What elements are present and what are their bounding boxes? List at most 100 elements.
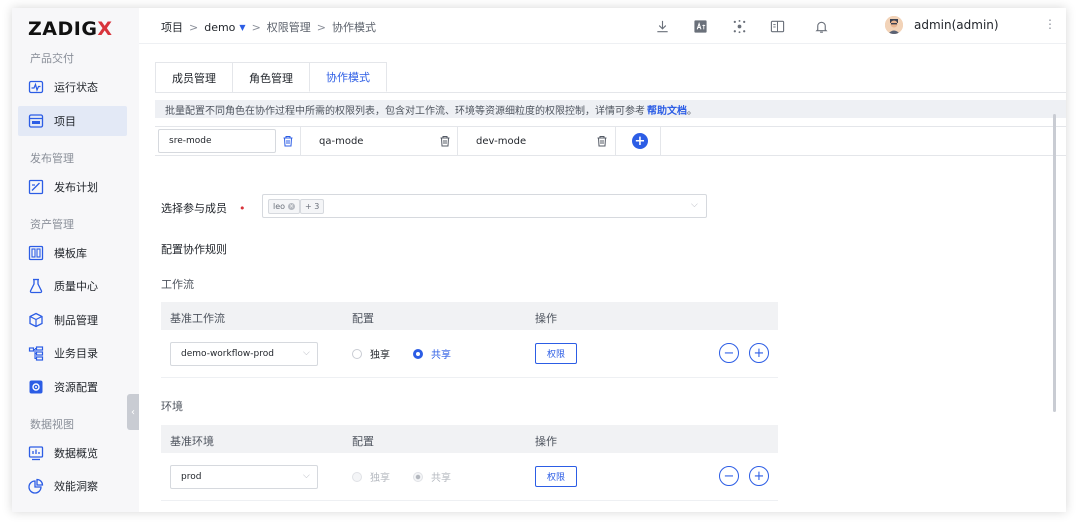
mode-divider <box>457 127 458 155</box>
mode-name-input[interactable]: sre-mode <box>158 129 276 153</box>
members-label: 选择参与成员 <box>161 202 227 215</box>
breadcrumb-separator: > <box>189 20 199 34</box>
notice-text: 批量配置不同角色在协作过程中所需的权限列表，包含对工作流、环境等资源细粒度的权限… <box>165 105 645 117</box>
breadcrumb-item: 协作模式 <box>332 21 377 34</box>
tab-members[interactable]: 成员管理 <box>155 62 233 92</box>
package-icon <box>28 312 44 328</box>
sidebar-item-label: 业务目录 <box>54 347 98 360</box>
logo: ZADIGX <box>28 18 113 40</box>
environment-table-header: 基准环境 配置 操作 <box>161 425 778 453</box>
members-select[interactable]: leo × + 3 ⌵ <box>262 194 707 218</box>
tab-bar: 成员管理 角色管理 协作模式 <box>155 62 387 92</box>
sidebar-item-insights[interactable]: 效能洞察 <box>18 471 127 501</box>
breadcrumb-item[interactable]: 项目 <box>161 19 183 35</box>
remove-chip-icon[interactable]: × <box>288 203 296 210</box>
sidebar-item-artifacts[interactable]: 制品管理 <box>18 305 127 335</box>
chevron-down-icon[interactable]: ⌵ <box>691 200 698 210</box>
sidebar-group-title: 数据视图 <box>30 418 74 431</box>
radio-exclusive: 独享 <box>352 469 390 484</box>
radio-shared[interactable]: 共享 <box>413 346 451 361</box>
translate-icon[interactable] <box>692 18 708 34</box>
breadcrumb-item[interactable]: 权限管理 <box>267 19 311 35</box>
delete-mode-icon[interactable] <box>438 134 452 148</box>
sidebar-item-label: 质量中心 <box>54 280 98 293</box>
radio-exclusive[interactable]: 独享 <box>352 346 390 361</box>
workflow-select[interactable]: demo-workflow-prod ⌵ <box>170 342 318 366</box>
vertical-scrollbar[interactable] <box>1053 114 1056 412</box>
bell-icon[interactable] <box>813 18 829 34</box>
mode-item[interactable]: dev-mode <box>476 127 526 155</box>
column-header: 配置 <box>352 312 374 325</box>
book-icon[interactable] <box>769 18 785 34</box>
radio-dot <box>413 471 423 482</box>
sidebar-group-title: 发布管理 <box>30 152 74 165</box>
dashboard-icon <box>28 445 44 461</box>
permission-button[interactable]: 权限 <box>535 466 577 487</box>
add-mode-button[interactable]: + <box>632 133 648 149</box>
mode-item[interactable]: qa-mode <box>319 127 363 155</box>
sidebar-item-label: 运行状态 <box>54 81 98 94</box>
sidebar-collapse-handle[interactable]: ‹ <box>127 394 139 430</box>
environment-row: prod ⌵ 独享 共享 权限 − + <box>161 453 778 501</box>
sidebar-item-quality[interactable]: 质量中心 <box>18 271 127 301</box>
workflow-section-title: 工作流 <box>161 278 194 291</box>
delete-mode-icon[interactable] <box>595 134 609 148</box>
remove-row-button[interactable]: − <box>719 343 739 363</box>
sidebar-group-title: 产品交付 <box>30 52 74 65</box>
top-bar: 项目 > demo ▼ > 权限管理 > 协作模式 admin(admin) ⋮ <box>139 8 1066 44</box>
info-notice: 批量配置不同角色在协作过程中所需的权限列表，包含对工作流、环境等资源细粒度的权限… <box>155 100 1066 118</box>
sidebar: ZADIGX 产品交付 运行状态 项目 发布管理 发布计划 资产管理 模板库 质… <box>12 8 139 512</box>
catalog-icon <box>28 345 44 361</box>
project-icon <box>28 113 44 129</box>
radio-dot <box>352 348 362 359</box>
radio-shared: 共享 <box>413 469 451 484</box>
mode-name: qa-mode <box>319 135 364 147</box>
workflow-table-header: 基准工作流 配置 操作 <box>161 302 778 330</box>
user-name[interactable]: admin(admin) <box>914 18 999 32</box>
avatar[interactable] <box>885 16 903 34</box>
breadcrumb: 项目 > demo ▼ > 权限管理 > 协作模式 <box>161 19 376 35</box>
help-doc-link[interactable]: 帮助文档 <box>647 102 687 117</box>
remove-row-button[interactable]: − <box>719 466 739 486</box>
more-menu-icon[interactable]: ⋮ <box>1044 17 1056 31</box>
sidebar-item-label: 资源配置 <box>54 381 98 394</box>
tab-collaboration-mode[interactable]: 协作模式 <box>309 62 387 92</box>
permission-button[interactable]: 权限 <box>535 343 577 364</box>
members-field: 选择参与成员 • <box>161 200 246 216</box>
sidebar-item-label: 制品管理 <box>54 314 98 327</box>
sidebar-item-template[interactable]: 模板库 <box>18 238 127 268</box>
main-content: 成员管理 角色管理 协作模式 批量配置不同角色在协作过程中所需的权限列表，包含对… <box>139 44 1066 512</box>
sidebar-item-label: 数据概览 <box>54 447 98 460</box>
sidebar-item-catalog[interactable]: 业务目录 <box>18 338 127 368</box>
column-header: 配置 <box>352 435 374 448</box>
mode-divider <box>615 127 616 155</box>
template-icon <box>28 245 44 261</box>
mode-list: sre-mode qa-mode dev-mode + <box>155 126 1066 156</box>
gear-icon <box>28 379 44 395</box>
add-row-button[interactable]: + <box>749 343 769 363</box>
add-row-button[interactable]: + <box>749 466 769 486</box>
sidebar-item-project[interactable]: 项目 <box>18 106 127 136</box>
flask-icon <box>28 278 44 294</box>
sidebar-item-label: 项目 <box>54 115 76 128</box>
breadcrumb-separator: > <box>316 20 327 34</box>
pulse-icon <box>28 79 44 95</box>
tab-roles[interactable]: 角色管理 <box>232 62 310 92</box>
sidebar-item-resources[interactable]: 资源配置 <box>18 372 127 402</box>
caret-down-icon[interactable]: ▼ <box>239 23 245 32</box>
download-icon[interactable] <box>654 18 670 34</box>
plugin-icon[interactable] <box>731 18 747 34</box>
sidebar-item-status[interactable]: 运行状态 <box>18 72 127 102</box>
delete-mode-icon[interactable] <box>281 134 295 148</box>
breadcrumb-separator: > <box>251 20 261 34</box>
sidebar-item-release-plan[interactable]: 发布计划 <box>18 172 127 202</box>
environment-select[interactable]: prod ⌵ <box>170 465 318 489</box>
sidebar-item-data-overview[interactable]: 数据概览 <box>18 438 127 468</box>
sidebar-item-label: 模板库 <box>54 247 87 260</box>
chevron-down-icon: ⌵ <box>303 471 310 481</box>
chevron-down-icon: ⌵ <box>303 348 310 358</box>
sidebar-item-label: 效能洞察 <box>54 480 98 493</box>
breadcrumb-item[interactable]: demo <box>204 21 235 34</box>
notice-suffix: 。 <box>687 105 697 117</box>
sidebar-group-title: 资产管理 <box>30 218 74 231</box>
